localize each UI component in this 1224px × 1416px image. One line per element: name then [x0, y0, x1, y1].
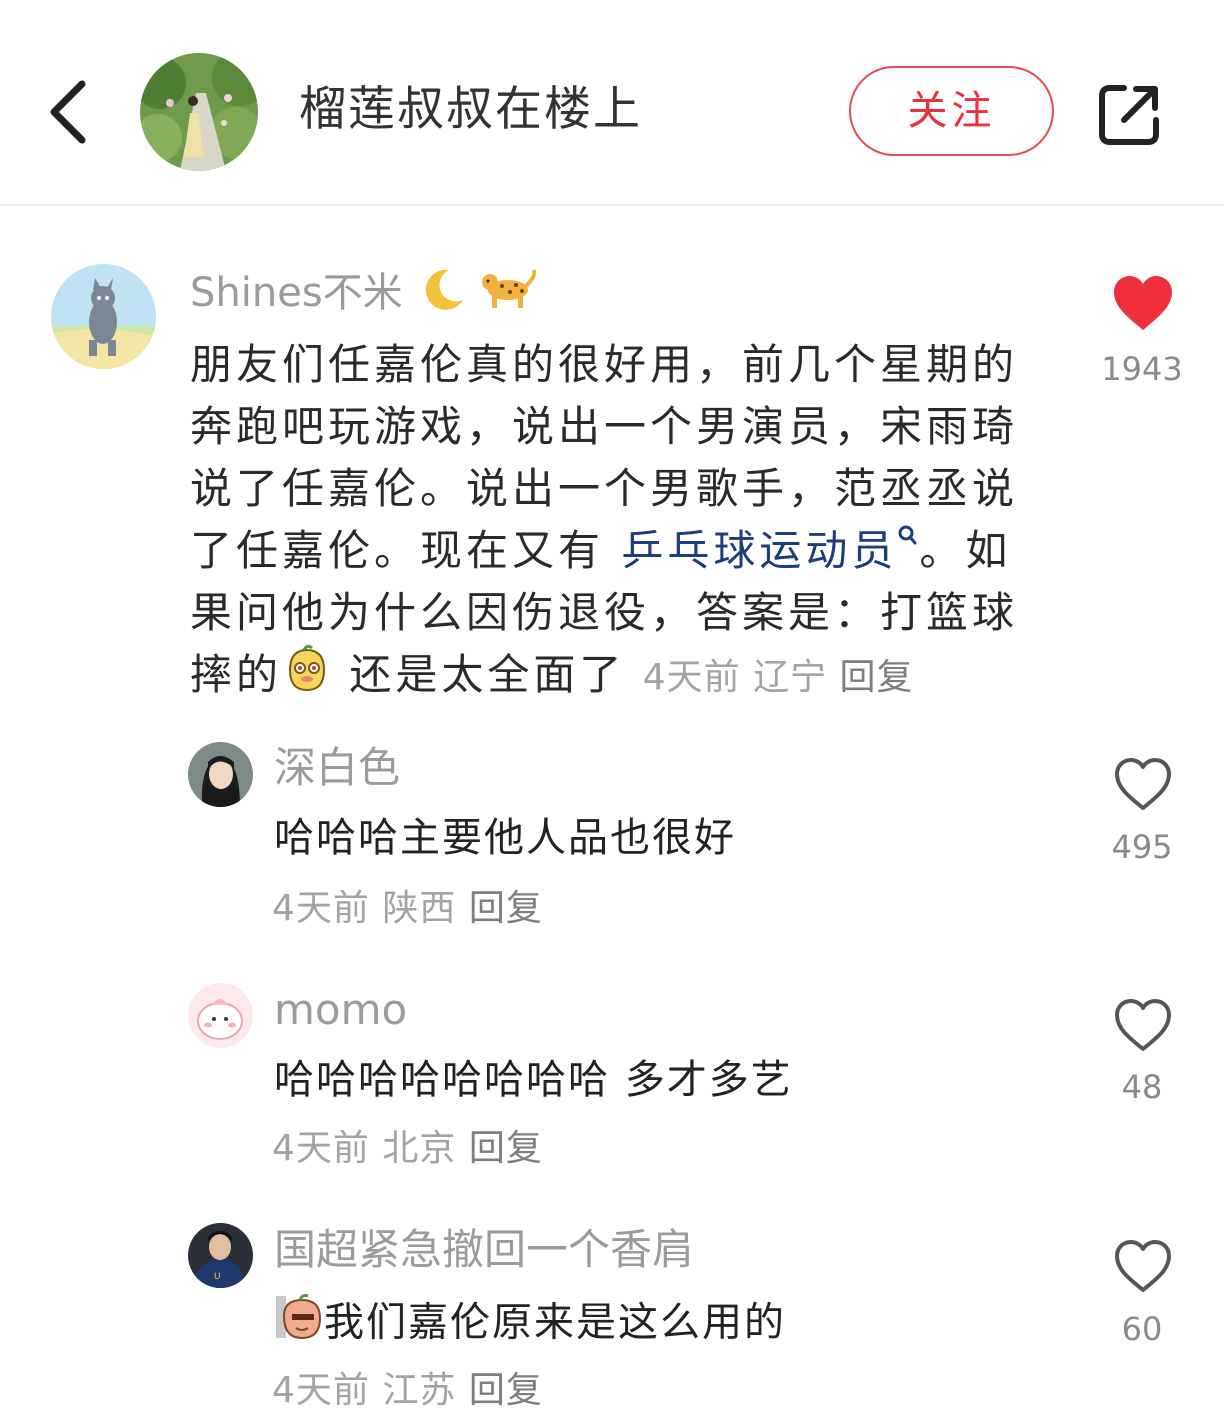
heart-outline-icon [1115, 758, 1171, 810]
comment-line: 朋友们任嘉伦真的很好用，前几个星期的 [190, 340, 1019, 389]
comment-text: 朋友们任嘉伦真的很好用，前几个星期的 奔跑吧玩游戏，说出一个男演员，宋雨琦 说了… [190, 334, 1060, 711]
leopard-icon [480, 266, 538, 324]
reply-avatar[interactable] [188, 742, 253, 807]
like-button[interactable] [1103, 756, 1183, 816]
reply-time: 4天前 [272, 1370, 370, 1411]
reply-button[interactable]: 回复 [469, 1370, 543, 1411]
comment-line: 奔跑吧玩游戏，说出一个男演员，宋雨琦 [190, 402, 1019, 451]
author-avatar[interactable] [140, 53, 258, 171]
reply-meta: 4天前 陕西 回复 [272, 884, 543, 934]
top-bar: 榴莲叔叔在楼上 关注 [0, 0, 1224, 206]
crescent-moon-icon [417, 266, 467, 324]
reply-button[interactable]: 回复 [469, 1128, 543, 1169]
comment-line: 说了任嘉伦。说出一个男歌手，范丞丞说 [190, 464, 1019, 513]
comment-line: 果问他为什么因伤退役，答案是：打篮球 [190, 588, 1019, 637]
reply-location: 北京 [382, 1128, 457, 1169]
reply-time: 4天前 [272, 888, 370, 929]
comment-username[interactable]: Shines不米 [190, 266, 538, 324]
reply-time: 4天前 [272, 1128, 370, 1169]
reply-meta: 4天前 江苏 回复 [272, 1366, 543, 1416]
reply-avatar[interactable] [188, 983, 253, 1048]
reply-location: 江苏 [382, 1370, 457, 1411]
like-count: 1943 [1101, 350, 1183, 388]
reply-text: 哈哈哈哈哈哈哈哈 多才多艺 [274, 1057, 793, 1103]
reply-meta: 4天前 北京 回复 [272, 1124, 543, 1174]
reply-username[interactable]: momo [274, 984, 407, 1036]
back-arrow-icon[interactable] [42, 74, 102, 150]
like-button[interactable] [1103, 1238, 1183, 1298]
share-icon[interactable] [1094, 80, 1164, 150]
comment-meta: 4天前 辽宁 回复 [643, 657, 914, 698]
reply-location: 陕西 [382, 888, 457, 929]
like-count: 495 [1111, 828, 1173, 866]
reply-avatar[interactable]: U [188, 1223, 253, 1288]
heart-filled-icon [1114, 276, 1172, 330]
like-button[interactable] [1103, 997, 1183, 1057]
comment-location: 辽宁 [753, 657, 828, 698]
like-count: 48 [1121, 1068, 1163, 1106]
sticker-emoji-icon [274, 1292, 324, 1357]
reply-button[interactable]: 回复 [469, 888, 543, 929]
comment-line: 摔的 还是太全面了 4天前 辽宁 回复 [190, 644, 1060, 711]
comment-time: 4天前 [642, 657, 741, 698]
like-button[interactable] [1103, 274, 1183, 336]
like-count: 60 [1121, 1310, 1163, 1348]
comment-username-text: Shines不米 [190, 270, 403, 316]
follow-button[interactable]: 关注 [849, 66, 1054, 156]
reply-username[interactable]: 国超紧急撤回一个香肩 [274, 1224, 694, 1276]
reply-text: 哈哈哈主要他人品也很好 [274, 815, 736, 861]
comment-line: 了任嘉伦。现在又有 乒乓球运动员 。如 [190, 525, 1012, 575]
search-icon [898, 525, 917, 545]
heart-outline-icon [1115, 1240, 1171, 1292]
reply-username[interactable]: 深白色 [274, 742, 400, 794]
reply-button[interactable]: 回复 [840, 657, 914, 698]
comment-avatar[interactable] [51, 264, 156, 369]
reply-text: 我们嘉伦原来是这么用的 [274, 1292, 786, 1357]
heart-outline-icon [1115, 999, 1171, 1051]
svg-text:U: U [214, 1272, 221, 1282]
page-title: 榴莲叔叔在楼上 [299, 82, 642, 137]
keyword-link[interactable]: 乒乓球运动员 [621, 525, 919, 575]
sticker-emoji-icon [282, 644, 332, 711]
